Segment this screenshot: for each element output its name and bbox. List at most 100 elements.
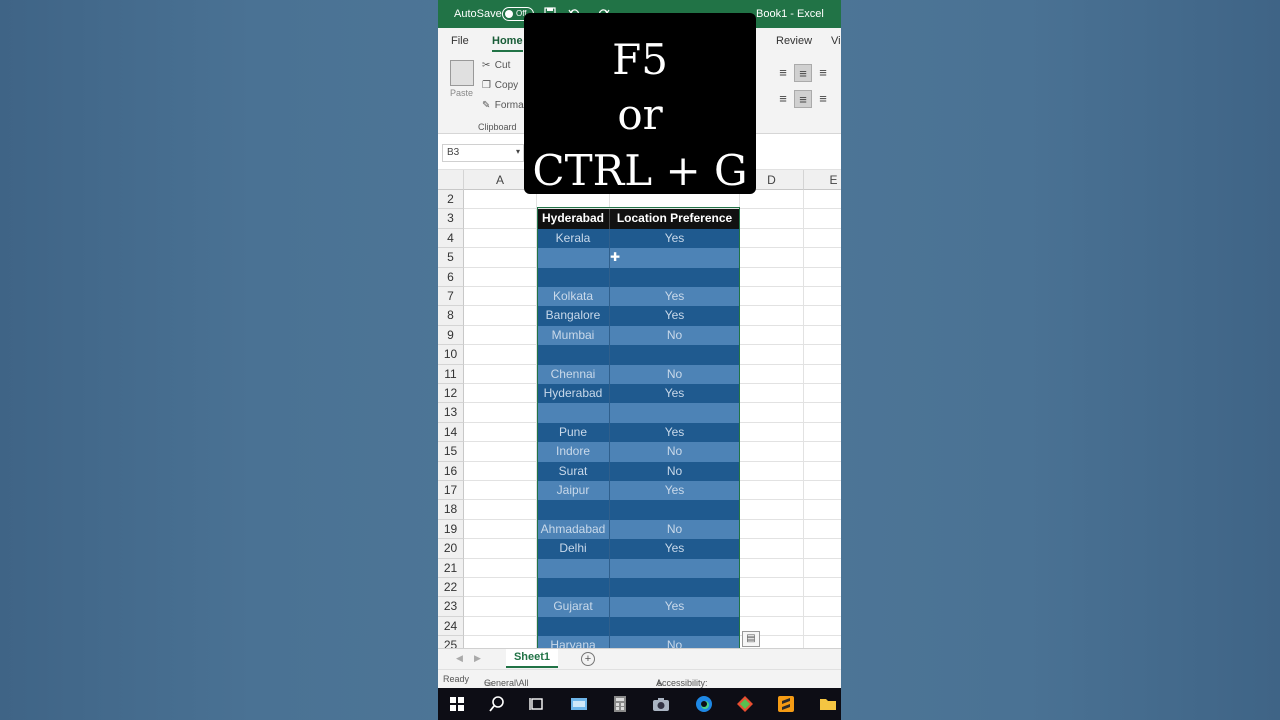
preference-cell[interactable] [610, 578, 740, 598]
preference-cell[interactable] [610, 500, 740, 520]
city-cell[interactable] [537, 248, 610, 268]
row-header[interactable]: 16 [438, 461, 464, 481]
cut-button[interactable]: ✂ Cut [482, 60, 510, 71]
grid-cell[interactable] [464, 364, 537, 384]
table-header-location-preference[interactable]: Location Preference [610, 209, 740, 229]
grid-cell[interactable] [804, 190, 841, 210]
row-header[interactable]: 7 [438, 287, 464, 307]
file-explorer-window-icon[interactable] [570, 695, 588, 713]
grid-cell[interactable] [740, 481, 804, 501]
grid-cell[interactable] [740, 287, 804, 307]
grid-cell[interactable] [740, 500, 804, 520]
row-header[interactable]: 10 [438, 345, 464, 365]
grid-cell[interactable] [740, 209, 804, 229]
city-cell[interactable]: Pune [537, 422, 610, 443]
chevron-down-icon[interactable]: ▾ [516, 147, 520, 156]
row-header[interactable]: 4 [438, 228, 464, 249]
grid-cell[interactable] [464, 345, 537, 365]
grid-cell[interactable] [804, 539, 841, 559]
city-cell[interactable]: Bangalore [537, 306, 610, 326]
grid-cell[interactable] [740, 578, 804, 598]
preference-cell[interactable]: Yes [610, 228, 740, 249]
table-header-city[interactable]: Hyderabad [537, 209, 610, 229]
grid-cell[interactable] [740, 345, 804, 365]
row-header[interactable]: 22 [438, 578, 464, 598]
grid-cell[interactable] [804, 403, 841, 423]
row-header[interactable]: 9 [438, 325, 464, 346]
row-header[interactable]: 2 [438, 190, 464, 210]
grid-cell[interactable] [740, 461, 804, 481]
preference-cell[interactable]: Yes [610, 384, 740, 404]
grid-cell[interactable] [464, 287, 537, 307]
preference-cell[interactable]: Yes [610, 287, 740, 307]
grid-cell[interactable] [804, 578, 841, 598]
windows-start-icon[interactable] [448, 695, 466, 713]
grid-cell[interactable] [804, 442, 841, 462]
grid-cell[interactable] [740, 306, 804, 326]
city-cell[interactable]: Delhi [537, 539, 610, 559]
grid-cell[interactable] [464, 422, 537, 443]
grid-cell[interactable] [740, 325, 804, 346]
row-header[interactable]: 21 [438, 558, 464, 578]
grid-cell[interactable] [804, 423, 841, 443]
grid-cell[interactable] [464, 384, 537, 404]
grid-cell[interactable] [740, 539, 804, 559]
format-painter-button[interactable]: ✎ Forma [482, 100, 524, 111]
grid-cell[interactable] [464, 248, 537, 268]
grid-cell[interactable] [804, 229, 841, 249]
grid-cell[interactable] [464, 461, 537, 481]
paste-options-icon[interactable]: ▤ [742, 631, 760, 647]
grid-cell[interactable] [804, 345, 841, 365]
city-cell[interactable] [537, 500, 610, 520]
search-icon[interactable] [488, 695, 506, 713]
tab-home[interactable]: Home [492, 35, 523, 52]
city-cell[interactable]: Jaipur [537, 481, 610, 501]
task-view-icon[interactable] [528, 695, 546, 713]
city-cell[interactable]: Mumbai [537, 325, 610, 346]
row-header[interactable]: 11 [438, 364, 464, 384]
preference-cell[interactable]: No [610, 442, 740, 462]
select-all-corner[interactable] [438, 170, 464, 190]
grid-cell[interactable] [804, 384, 841, 404]
preference-cell[interactable]: Yes [610, 481, 740, 501]
city-cell[interactable]: Ahmadabad [537, 519, 610, 540]
paste-icon[interactable] [450, 60, 474, 86]
row-header[interactable]: 6 [438, 267, 464, 287]
grid-cell[interactable] [464, 519, 537, 540]
grid-cell[interactable] [740, 519, 804, 540]
city-cell[interactable]: Kolkata [537, 287, 610, 307]
grid-cell[interactable] [740, 364, 804, 384]
edge-browser-icon[interactable] [695, 695, 713, 713]
city-cell[interactable]: Indore [537, 442, 610, 462]
column-header-e[interactable]: E [804, 170, 841, 190]
preference-cell[interactable]: Yes [610, 306, 740, 326]
align-bottom-icon[interactable]: ≡ [814, 64, 832, 82]
preference-cell[interactable] [610, 345, 740, 365]
row-header[interactable]: 24 [438, 616, 464, 637]
city-cell[interactable]: Surat [537, 461, 610, 481]
grid-cell[interactable] [464, 306, 537, 326]
row-header[interactable]: 23 [438, 597, 464, 617]
grid-cell[interactable] [464, 558, 537, 578]
city-cell[interactable]: Chennai [537, 364, 610, 384]
copy-button[interactable]: ❐ Copy [482, 80, 518, 91]
city-cell[interactable] [537, 267, 610, 287]
row-header[interactable]: 5 [438, 248, 464, 268]
preference-cell[interactable] [610, 403, 740, 423]
preference-cell[interactable] [610, 248, 740, 268]
grid-cell[interactable] [804, 559, 841, 578]
sheet-tab-sheet1[interactable]: Sheet1 [506, 649, 558, 668]
next-sheet-icon[interactable]: ▶ [474, 653, 481, 664]
preference-cell[interactable]: No [610, 325, 740, 346]
grid-cell[interactable] [464, 578, 537, 598]
grid-cell[interactable] [804, 248, 841, 268]
city-cell[interactable]: Hyderabad [537, 384, 610, 404]
grid-cell[interactable] [740, 248, 804, 268]
grid-cell[interactable] [464, 267, 537, 287]
grid-cell[interactable] [804, 520, 841, 540]
city-cell[interactable] [537, 558, 610, 578]
grid-cell[interactable] [804, 268, 841, 287]
grid-cell[interactable] [464, 209, 537, 229]
city-cell[interactable]: Kerala [537, 228, 610, 249]
grid-cell[interactable] [804, 481, 841, 501]
